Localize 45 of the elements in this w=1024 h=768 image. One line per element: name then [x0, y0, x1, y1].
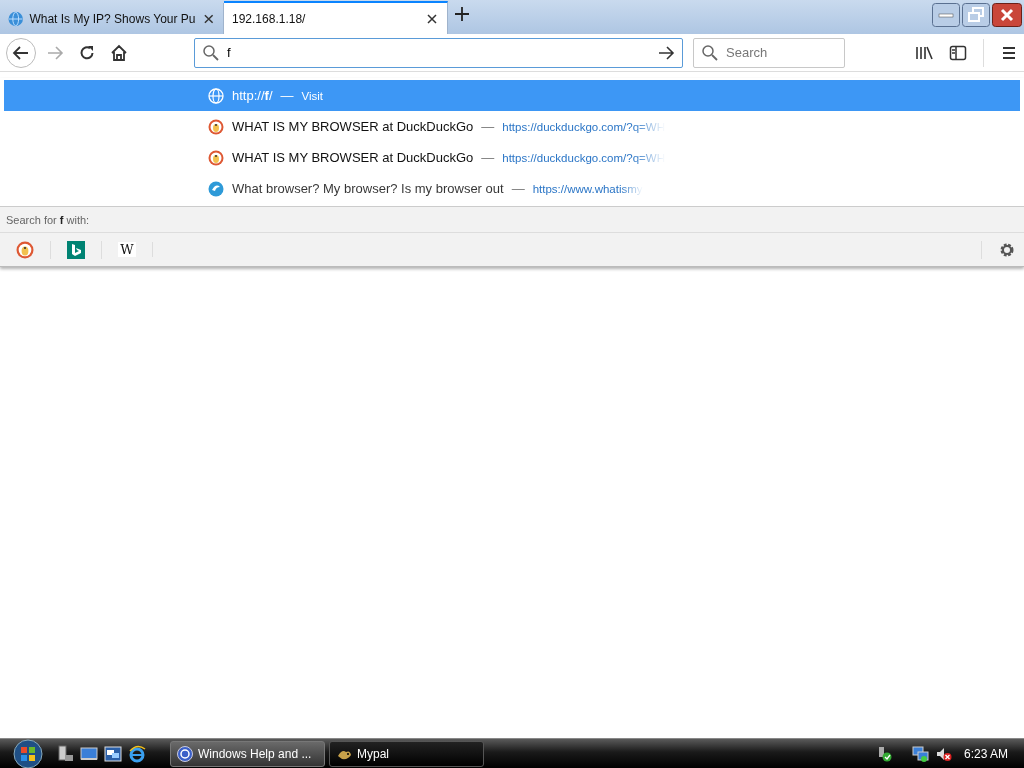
minimize-icon[interactable]	[932, 3, 960, 27]
duck-icon	[208, 118, 224, 135]
separator-dash: —	[511, 181, 525, 196]
home-icon[interactable]	[110, 43, 128, 62]
close-icon[interactable]	[425, 11, 439, 26]
suggestion-url: https://www.whatismy	[532, 182, 643, 195]
back-icon[interactable]	[6, 37, 36, 68]
suggestion-title: WHAT IS MY BROWSER at DuckDuckGo	[232, 119, 474, 134]
start-button[interactable]	[10, 738, 46, 768]
bing-button[interactable]	[67, 240, 85, 259]
site-icon	[208, 180, 224, 197]
clock[interactable]: 6:23 AM	[963, 746, 1008, 761]
taskbar-button[interactable]: Mypal	[329, 740, 484, 767]
address-field[interactable]: f	[194, 37, 683, 68]
globe-icon	[8, 10, 24, 27]
taskbar-button[interactable]: Windows Help and ...	[170, 740, 325, 767]
server-icon[interactable]	[56, 744, 74, 763]
separator-dash: —	[280, 88, 294, 103]
windows-icon[interactable]	[104, 744, 122, 763]
restore-icon[interactable]	[962, 3, 990, 27]
go-arrow-icon[interactable]	[657, 43, 675, 62]
help-icon	[177, 745, 193, 762]
search-icon	[701, 43, 719, 62]
suggestion-title: http://f/	[232, 88, 273, 103]
wikipedia-button[interactable]: W	[118, 242, 136, 257]
close-icon[interactable]	[992, 3, 1022, 27]
globe-icon	[208, 87, 224, 104]
sidebar-icon[interactable]	[949, 43, 967, 62]
search-with-label: Search for f with:	[6, 213, 90, 226]
browser-tab[interactable]: 192.168.1.18/	[224, 1, 448, 34]
duck-icon	[208, 149, 224, 166]
suggestion-title: What browser? My browser? Is my browser out	[232, 181, 504, 196]
plus-icon[interactable]	[454, 5, 470, 22]
reload-icon[interactable]	[78, 43, 96, 62]
desktop-icon[interactable]	[80, 744, 98, 763]
duck-button[interactable]	[16, 240, 34, 259]
suggestion-title: WHAT IS MY BROWSER at DuckDuckGo	[232, 150, 474, 165]
suggestion-row[interactable]: What browser? My browser? Is my browser out — https://www.whatismy	[4, 173, 1020, 204]
separator-dash: —	[481, 119, 495, 134]
visit-label: Visit	[301, 89, 324, 102]
browser-icon[interactable]	[128, 744, 146, 763]
search-icon	[202, 43, 220, 62]
network-icon[interactable]	[911, 745, 930, 762]
search-field[interactable]: Search	[693, 37, 845, 68]
separator-dash: —	[481, 150, 495, 165]
